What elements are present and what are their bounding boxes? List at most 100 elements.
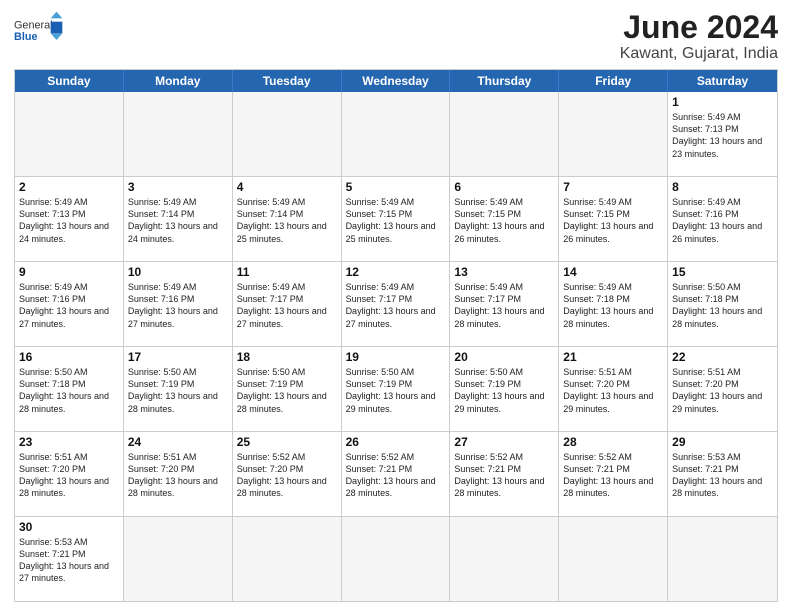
calendar-cell: 25 Sunrise: 5:52 AM Sunset: 7:20 PM Dayli… — [233, 432, 342, 516]
day-info: Sunrise: 5:49 AM Sunset: 7:17 PM Dayligh… — [237, 281, 337, 330]
day-info: Sunrise: 5:50 AM Sunset: 7:19 PM Dayligh… — [128, 366, 228, 415]
day-info: Sunrise: 5:53 AM Sunset: 7:21 PM Dayligh… — [672, 451, 773, 500]
calendar-cell: 7 Sunrise: 5:49 AM Sunset: 7:15 PM Daylig… — [559, 177, 668, 261]
day-info: Sunrise: 5:52 AM Sunset: 7:20 PM Dayligh… — [237, 451, 337, 500]
calendar-cell: 1Sunrise: 5:49 AM Sunset: 7:13 PM Daylig… — [668, 92, 777, 176]
day-number: 7 — [563, 180, 663, 194]
day-info: Sunrise: 5:50 AM Sunset: 7:19 PM Dayligh… — [237, 366, 337, 415]
logo-icon: General Blue — [14, 10, 64, 50]
weekday-header-tuesday: Tuesday — [233, 70, 342, 92]
day-info: Sunrise: 5:52 AM Sunset: 7:21 PM Dayligh… — [346, 451, 446, 500]
calendar-cell: 14Sunrise: 5:49 AM Sunset: 7:18 PM Dayli… — [559, 262, 668, 346]
calendar-cell — [559, 92, 668, 176]
day-number: 25 — [237, 435, 337, 449]
weekday-header-thursday: Thursday — [450, 70, 559, 92]
day-number: 21 — [563, 350, 663, 364]
weekday-header-saturday: Saturday — [668, 70, 777, 92]
day-info: Sunrise: 5:49 AM Sunset: 7:17 PM Dayligh… — [454, 281, 554, 330]
title-block: June 2024 Kawant, Gujarat, India — [620, 10, 778, 63]
day-number: 23 — [19, 435, 119, 449]
logo: General Blue — [14, 10, 64, 50]
calendar-cell: 6 Sunrise: 5:49 AM Sunset: 7:15 PM Daylig… — [450, 177, 559, 261]
day-info: Sunrise: 5:49 AM Sunset: 7:17 PM Dayligh… — [346, 281, 446, 330]
calendar-cell: 18 Sunrise: 5:50 AM Sunset: 7:19 PM Dayli… — [233, 347, 342, 431]
svg-text:Blue: Blue — [14, 31, 37, 43]
day-number: 26 — [346, 435, 446, 449]
day-info: Sunrise: 5:51 AM Sunset: 7:20 PM Dayligh… — [672, 366, 773, 415]
calendar-cell — [342, 517, 451, 601]
calendar-cell: 27 Sunrise: 5:52 AM Sunset: 7:21 PM Dayli… — [450, 432, 559, 516]
day-info: Sunrise: 5:51 AM Sunset: 7:20 PM Dayligh… — [128, 451, 228, 500]
calendar-row-3: 16Sunrise: 5:50 AM Sunset: 7:18 PM Dayli… — [15, 346, 777, 431]
calendar-cell: 20Sunrise: 5:50 AM Sunset: 7:19 PM Dayli… — [450, 347, 559, 431]
location-title: Kawant, Gujarat, India — [620, 45, 778, 63]
day-number: 27 — [454, 435, 554, 449]
day-number: 4 — [237, 180, 337, 194]
calendar-cell: 8Sunrise: 5:49 AM Sunset: 7:16 PM Daylig… — [668, 177, 777, 261]
day-info: Sunrise: 5:50 AM Sunset: 7:18 PM Dayligh… — [672, 281, 773, 330]
day-info: Sunrise: 5:49 AM Sunset: 7:15 PM Dayligh… — [454, 196, 554, 245]
day-number: 28 — [563, 435, 663, 449]
calendar-cell: 23Sunrise: 5:51 AM Sunset: 7:20 PM Dayli… — [15, 432, 124, 516]
calendar-cell: 10 Sunrise: 5:49 AM Sunset: 7:16 PM Dayli… — [124, 262, 233, 346]
day-number: 3 — [128, 180, 228, 194]
day-number: 15 — [672, 265, 773, 279]
day-number: 1 — [672, 95, 773, 109]
day-info: Sunrise: 5:49 AM Sunset: 7:15 PM Dayligh… — [563, 196, 663, 245]
header: General Blue June 2024 Kawant, Gujarat, … — [14, 10, 778, 63]
weekday-header-friday: Friday — [559, 70, 668, 92]
day-number: 18 — [237, 350, 337, 364]
calendar-cell: 21 Sunrise: 5:51 AM Sunset: 7:20 PM Dayli… — [559, 347, 668, 431]
calendar-cell — [15, 92, 124, 176]
calendar-cell: 2 Sunrise: 5:49 AM Sunset: 7:13 PM Daylig… — [15, 177, 124, 261]
day-info: Sunrise: 5:51 AM Sunset: 7:20 PM Dayligh… — [563, 366, 663, 415]
calendar-row-1: 2 Sunrise: 5:49 AM Sunset: 7:13 PM Daylig… — [15, 176, 777, 261]
calendar-cell — [450, 517, 559, 601]
day-number: 9 — [19, 265, 119, 279]
calendar: SundayMondayTuesdayWednesdayThursdayFrid… — [14, 69, 778, 602]
day-number: 19 — [346, 350, 446, 364]
day-number: 30 — [19, 520, 119, 534]
calendar-cell — [233, 517, 342, 601]
day-number: 24 — [128, 435, 228, 449]
calendar-cell — [559, 517, 668, 601]
calendar-cell: 28 Sunrise: 5:52 AM Sunset: 7:21 PM Dayli… — [559, 432, 668, 516]
day-number: 2 — [19, 180, 119, 194]
calendar-cell: 29Sunrise: 5:53 AM Sunset: 7:21 PM Dayli… — [668, 432, 777, 516]
day-info: Sunrise: 5:52 AM Sunset: 7:21 PM Dayligh… — [563, 451, 663, 500]
day-info: Sunrise: 5:50 AM Sunset: 7:19 PM Dayligh… — [346, 366, 446, 415]
calendar-cell: 12Sunrise: 5:49 AM Sunset: 7:17 PM Dayli… — [342, 262, 451, 346]
day-number: 6 — [454, 180, 554, 194]
day-info: Sunrise: 5:49 AM Sunset: 7:14 PM Dayligh… — [128, 196, 228, 245]
calendar-cell: 16Sunrise: 5:50 AM Sunset: 7:18 PM Dayli… — [15, 347, 124, 431]
calendar-cell: 9Sunrise: 5:49 AM Sunset: 7:16 PM Daylig… — [15, 262, 124, 346]
day-info: Sunrise: 5:49 AM Sunset: 7:15 PM Dayligh… — [346, 196, 446, 245]
day-number: 22 — [672, 350, 773, 364]
day-info: Sunrise: 5:49 AM Sunset: 7:16 PM Dayligh… — [128, 281, 228, 330]
calendar-cell: 26 Sunrise: 5:52 AM Sunset: 7:21 PM Dayli… — [342, 432, 451, 516]
calendar-cell: 5 Sunrise: 5:49 AM Sunset: 7:15 PM Daylig… — [342, 177, 451, 261]
day-info: Sunrise: 5:49 AM Sunset: 7:16 PM Dayligh… — [672, 196, 773, 245]
day-number: 5 — [346, 180, 446, 194]
calendar-cell — [124, 517, 233, 601]
day-number: 10 — [128, 265, 228, 279]
calendar-cell: 17 Sunrise: 5:50 AM Sunset: 7:19 PM Dayli… — [124, 347, 233, 431]
calendar-cell: 22 Sunrise: 5:51 AM Sunset: 7:20 PM Dayli… — [668, 347, 777, 431]
day-info: Sunrise: 5:52 AM Sunset: 7:21 PM Dayligh… — [454, 451, 554, 500]
calendar-cell — [668, 517, 777, 601]
calendar-header: SundayMondayTuesdayWednesdayThursdayFrid… — [15, 70, 777, 92]
calendar-cell: 3 Sunrise: 5:49 AM Sunset: 7:14 PM Daylig… — [124, 177, 233, 261]
calendar-cell: 11 Sunrise: 5:49 AM Sunset: 7:17 PM Dayli… — [233, 262, 342, 346]
day-info: Sunrise: 5:49 AM Sunset: 7:13 PM Dayligh… — [19, 196, 119, 245]
calendar-cell — [124, 92, 233, 176]
calendar-cell: 19 Sunrise: 5:50 AM Sunset: 7:19 PM Dayli… — [342, 347, 451, 431]
calendar-cell — [342, 92, 451, 176]
weekday-header-wednesday: Wednesday — [342, 70, 451, 92]
svg-text:General: General — [14, 19, 53, 31]
day-number: 17 — [128, 350, 228, 364]
day-number: 13 — [454, 265, 554, 279]
day-info: Sunrise: 5:53 AM Sunset: 7:21 PM Dayligh… — [19, 536, 119, 585]
day-info: Sunrise: 5:49 AM Sunset: 7:18 PM Dayligh… — [563, 281, 663, 330]
day-number: 11 — [237, 265, 337, 279]
day-info: Sunrise: 5:50 AM Sunset: 7:18 PM Dayligh… — [19, 366, 119, 415]
